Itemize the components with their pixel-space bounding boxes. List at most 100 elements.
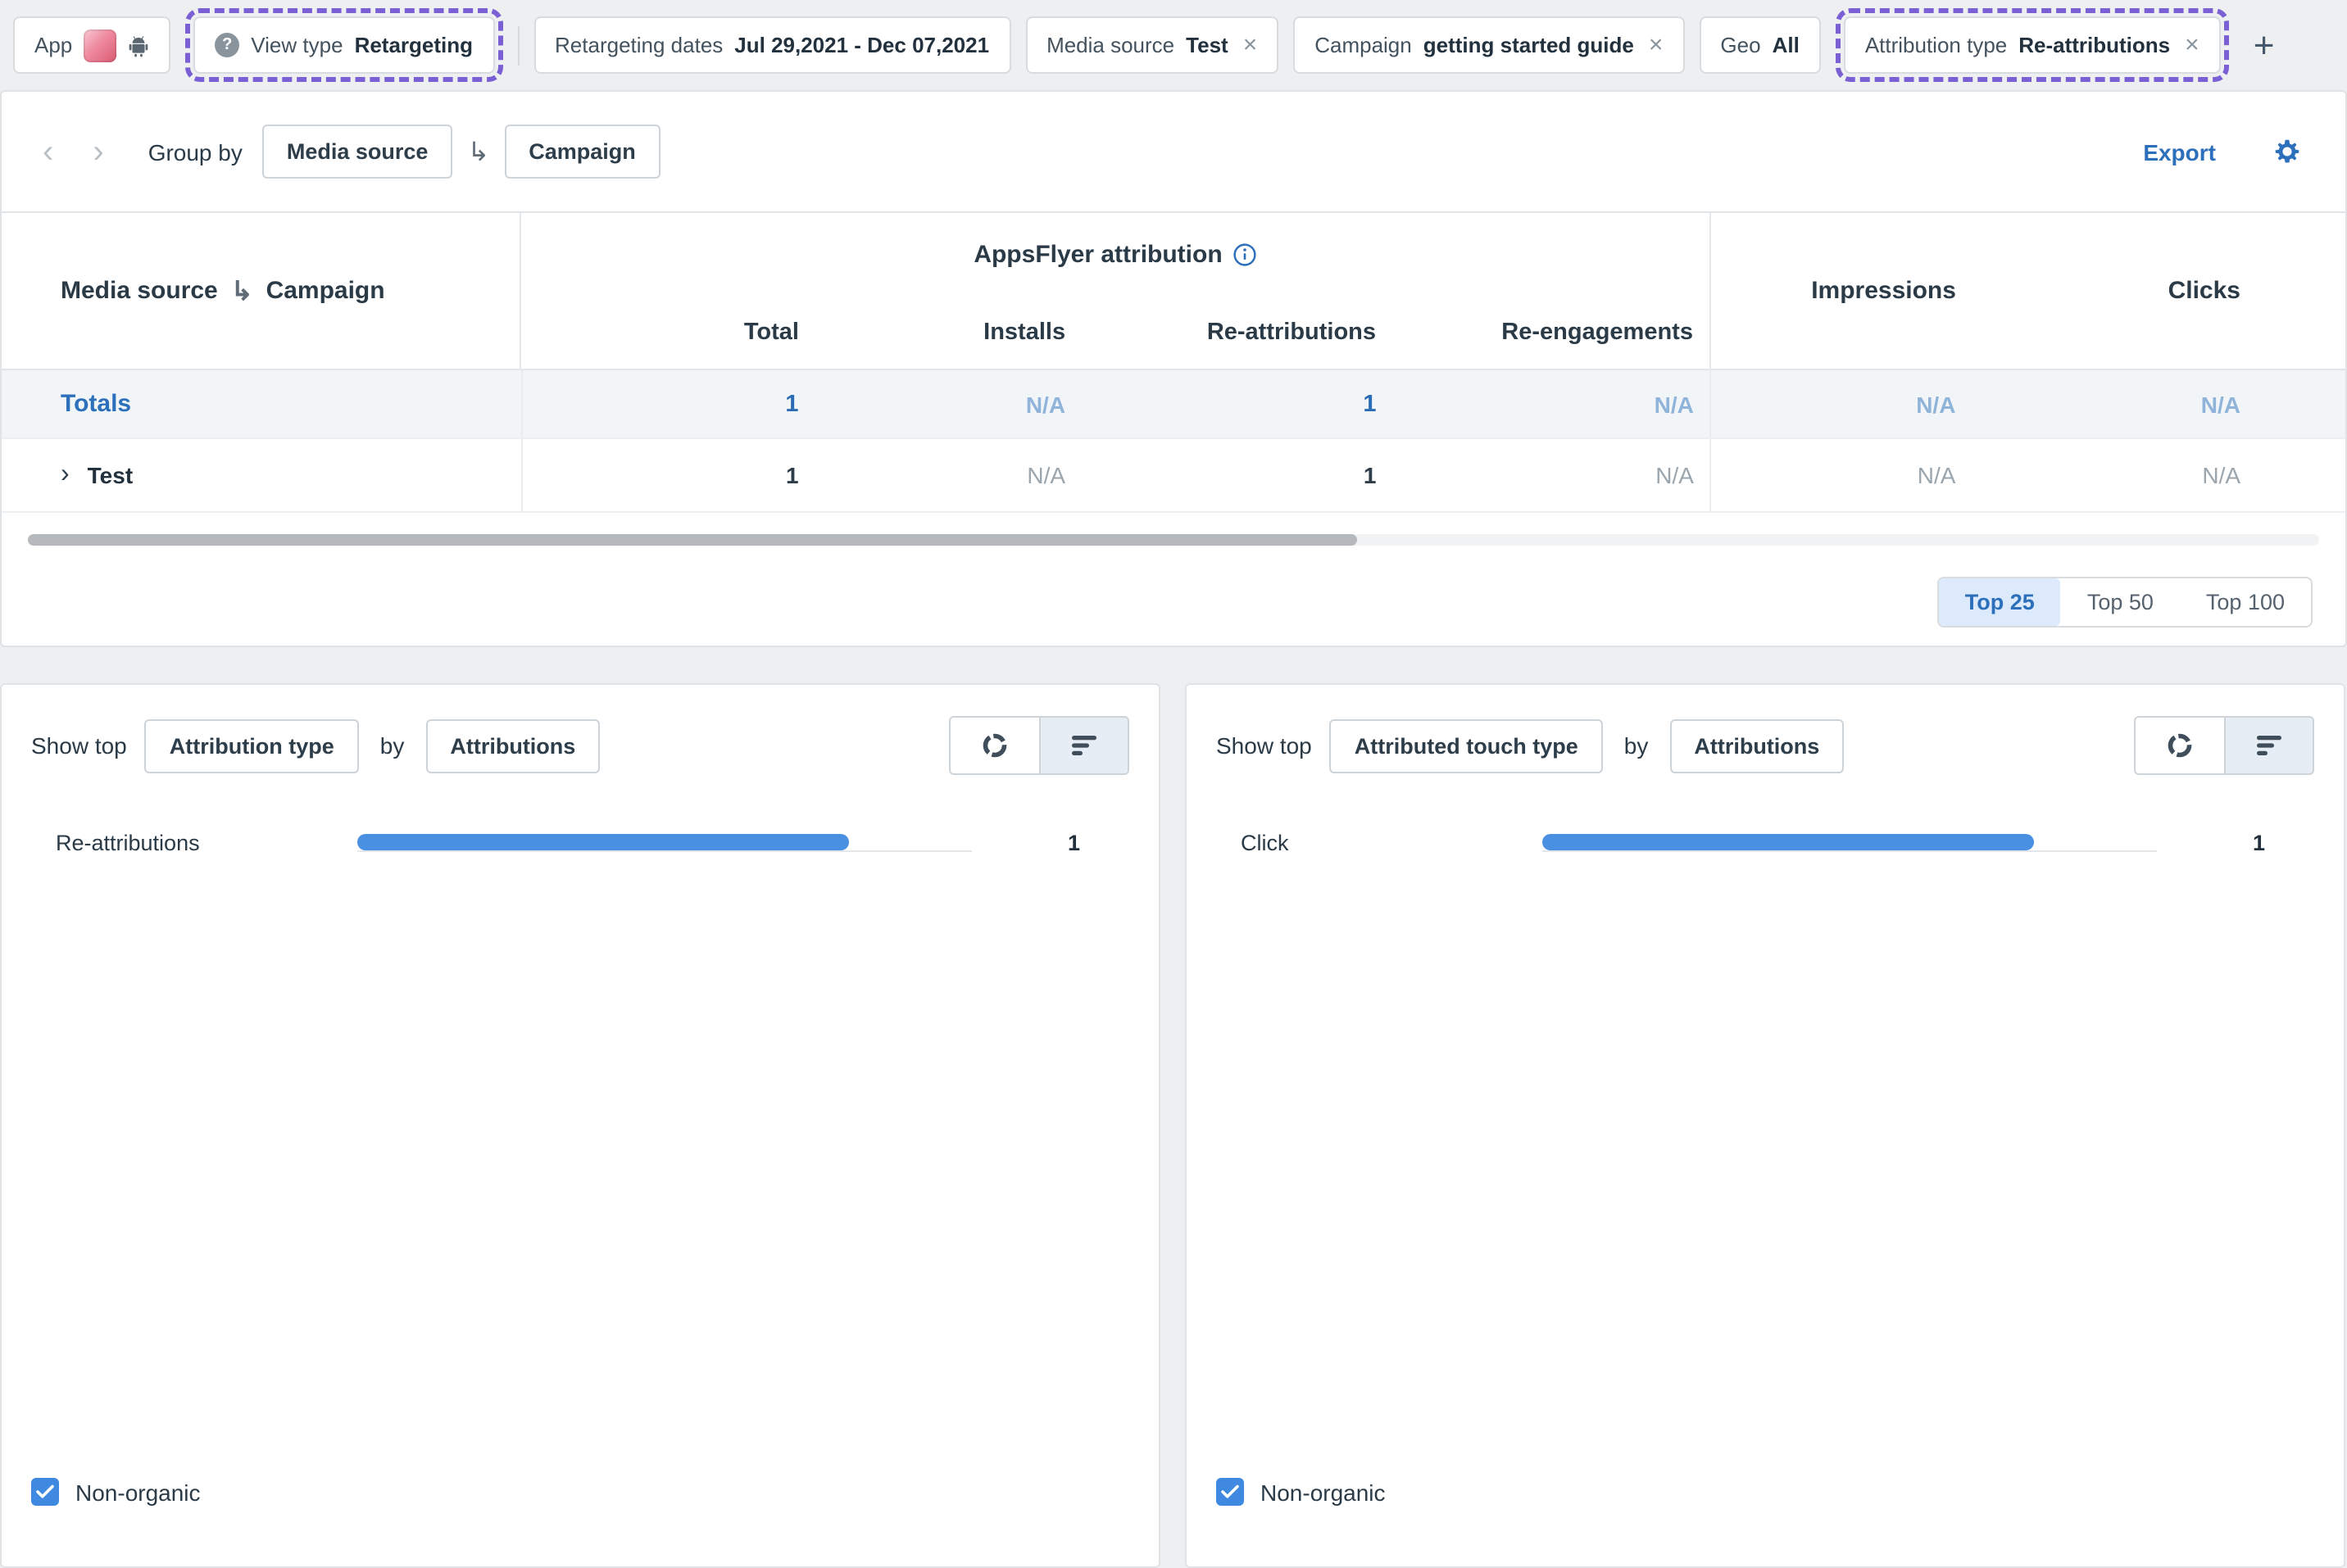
attribution-group-header: AppsFlyer attribution Total Installs Re-… <box>520 213 1711 369</box>
by-label: by <box>380 732 405 759</box>
totals-reattributions: 1 <box>1082 370 1392 437</box>
pagination-wrap: Top 25 Top 50 Top 100 <box>34 577 2313 628</box>
bar-chart-icon[interactable] <box>2224 718 2313 773</box>
bar-chart-icon[interactable] <box>1039 718 1128 773</box>
view-type-value: Retargeting <box>355 33 473 57</box>
view-type-chip[interactable]: ? View type Retargeting <box>193 16 494 74</box>
bar-value: 1 <box>2157 830 2265 854</box>
appsflyer-dashboard: App ? View type Retargeting Retargeting … <box>0 0 2347 1529</box>
group-header-text: AppsFlyer attribution <box>974 240 1222 268</box>
show-top-label: Show top <box>31 732 127 759</box>
close-icon[interactable]: × <box>1649 33 1664 57</box>
export-button[interactable]: Export <box>2133 137 2226 166</box>
checkbox-icon[interactable] <box>31 1478 59 1506</box>
retargeting-dates-chip[interactable]: Retargeting dates Jul 29,2021 - Dec 07,2… <box>533 16 1010 74</box>
top-100-button[interactable]: Top 100 <box>2180 578 2311 626</box>
column-header-installs[interactable]: Installs <box>815 295 1082 369</box>
checkbox-icon[interactable] <box>1216 1478 1244 1506</box>
row-reattributions: 1 <box>1082 439 1392 511</box>
dimension-dropdown[interactable]: Attributed touch type <box>1330 718 1603 773</box>
column-header-clicks[interactable]: Clicks <box>2028 213 2345 369</box>
bar-row: Click 1 <box>1241 831 2314 854</box>
app-filter-chip[interactable]: App <box>13 16 170 74</box>
attribution-type-panel: Show top Attribution type by Attribution… <box>0 683 1160 1568</box>
first-col-secondary: Campaign <box>266 277 385 305</box>
expand-chevron-icon[interactable]: › <box>61 462 70 488</box>
bar-category-label: Click <box>1241 830 1542 854</box>
sub-header-row: Total Installs Re-attributions Re-engage… <box>521 295 1709 369</box>
group-by-secondary-button[interactable]: Campaign <box>504 125 661 179</box>
nested-arrow-icon: ↳ <box>467 135 489 168</box>
view-type-label: View type <box>251 33 343 57</box>
row-installs: N/A <box>815 439 1083 511</box>
filter-bar: App ? View type Retargeting Retargeting … <box>0 0 2347 90</box>
chart-panels: Show top Attribution type by Attribution… <box>0 683 2347 1568</box>
table-row[interactable]: › Test 1 N/A 1 N/A N/A N/A <box>2 439 2345 513</box>
column-header-total[interactable]: Total <box>521 295 815 369</box>
campaign-value: getting started guide <box>1423 33 1634 57</box>
bar-value: 1 <box>972 830 1080 854</box>
group-by-primary-button[interactable]: Media source <box>262 125 453 179</box>
info-icon[interactable] <box>1233 242 1257 266</box>
chart-type-toggle <box>2134 716 2314 775</box>
view-type-highlight: ? View type Retargeting <box>185 8 502 82</box>
bar-track <box>1542 833 2157 851</box>
attribution-type-label: Attribution type <box>1865 33 2007 57</box>
chevron-left-icon[interactable]: ‹ <box>34 135 61 168</box>
totals-row: Totals 1 N/A 1 N/A N/A N/A <box>2 370 2345 439</box>
geo-label: Geo <box>1720 33 1760 57</box>
bar-fill <box>357 833 849 850</box>
metric-dropdown[interactable]: Attributions <box>425 718 600 773</box>
first-column-header: Media source ↳ Campaign <box>2 213 520 369</box>
attribution-type-value: Re-attributions <box>2018 33 2170 57</box>
top-50-button[interactable]: Top 50 <box>2061 578 2180 626</box>
panel-header: Show top Attribution type by Attribution… <box>31 716 1129 775</box>
totals-impressions: N/A <box>1710 370 2028 437</box>
top-25-button[interactable]: Top 25 <box>1939 578 2061 626</box>
top-n-selector: Top 25 Top 50 Top 100 <box>1937 577 2313 628</box>
column-header-reengagements[interactable]: Re-engagements <box>1392 295 1709 369</box>
bar-fill <box>1542 833 2034 850</box>
row-label: Test <box>88 462 134 488</box>
chevron-right-icon[interactable]: › <box>84 135 111 168</box>
checkbox-label: Non-organic <box>75 1479 201 1505</box>
close-icon[interactable]: × <box>1243 33 1258 57</box>
geo-value: All <box>1773 33 1800 57</box>
nested-arrow-icon: ↳ <box>231 274 253 307</box>
geo-chip[interactable]: Geo All <box>1699 16 1820 74</box>
group-header-title: AppsFlyer attribution <box>521 213 1709 295</box>
column-header-impressions[interactable]: Impressions <box>1711 213 2028 369</box>
pie-chart-icon[interactable] <box>951 718 1039 773</box>
filter-divider <box>517 25 519 65</box>
dates-value: Jul 29,2021 - Dec 07,2021 <box>734 33 989 57</box>
media-source-chip[interactable]: Media source Test × <box>1025 16 1278 74</box>
dates-label: Retargeting dates <box>555 33 723 57</box>
totals-reengagements: N/A <box>1393 370 1710 437</box>
close-icon[interactable]: × <box>2185 33 2199 57</box>
attribution-type-chip[interactable]: Attribution type Re-attributions × <box>1844 16 2221 74</box>
row-impressions: N/A <box>1710 439 2028 511</box>
non-organic-filter[interactable]: Non-organic <box>31 1478 201 1506</box>
totals-installs: N/A <box>815 370 1083 437</box>
chart-type-toggle <box>949 716 1129 775</box>
totals-total: 1 <box>520 370 815 437</box>
first-col-primary: Media source <box>61 277 218 305</box>
show-top-label: Show top <box>1216 732 1312 759</box>
scrollbar-thumb[interactable] <box>28 534 1357 546</box>
campaign-chip[interactable]: Campaign getting started guide × <box>1293 16 1684 74</box>
bar-row: Re-attributions 1 <box>56 831 1129 854</box>
column-header-reattributions[interactable]: Re-attributions <box>1082 295 1392 369</box>
add-filter-button[interactable]: + <box>2244 24 2285 66</box>
media-source-value: Test <box>1186 33 1228 57</box>
horizontal-scrollbar[interactable] <box>28 534 2319 546</box>
attributed-touch-type-panel: Show top Attributed touch type by Attrib… <box>1185 683 2345 1568</box>
bar-track <box>357 833 972 851</box>
non-organic-filter[interactable]: Non-organic <box>1216 1478 1386 1506</box>
attribution-type-highlight: Attribution type Re-attributions × <box>1836 8 2229 82</box>
dimension-dropdown[interactable]: Attribution type <box>145 718 359 773</box>
app-icon <box>84 29 116 61</box>
pie-chart-icon[interactable] <box>2136 718 2224 773</box>
row-total: 1 <box>520 439 815 511</box>
gear-icon[interactable] <box>2262 134 2313 169</box>
metric-dropdown[interactable]: Attributions <box>1669 718 1844 773</box>
